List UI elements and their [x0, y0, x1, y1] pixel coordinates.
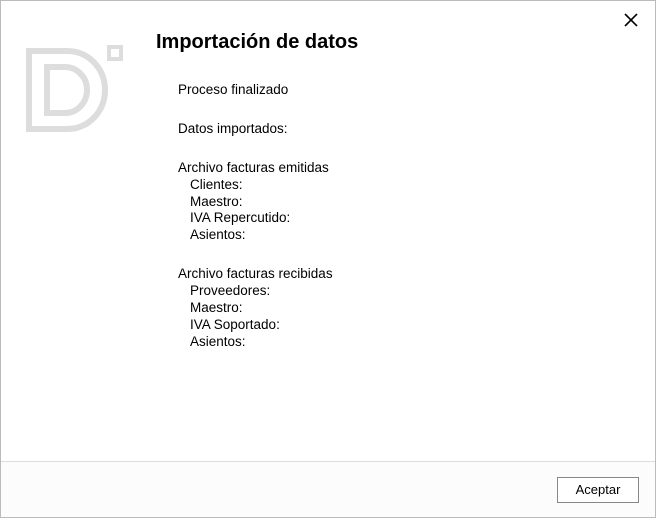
emitted-iva-label: IVA Repercutido:	[178, 210, 615, 227]
logo-column	[1, 31, 156, 461]
emitted-maestro-label: Maestro:	[178, 194, 615, 211]
received-asientos-label: Asientos:	[178, 334, 615, 351]
received-maestro-label: Maestro:	[178, 300, 615, 317]
close-button[interactable]	[619, 9, 643, 33]
dialog-content: Importación de datos Proceso finalizado …	[1, 1, 655, 461]
import-dialog: Importación de datos Proceso finalizado …	[0, 0, 656, 518]
received-heading: Archivo facturas recibidas	[178, 266, 615, 283]
emitted-heading: Archivo facturas emitidas	[178, 160, 615, 177]
main-column: Importación de datos Proceso finalizado …	[156, 31, 655, 461]
emitted-asientos-label: Asientos:	[178, 227, 615, 244]
emitted-clientes-label: Clientes:	[178, 177, 615, 194]
app-logo-icon	[25, 45, 123, 135]
dialog-body: Proceso finalizado Datos importados: Arc…	[156, 82, 615, 351]
process-finished-label: Proceso finalizado	[178, 82, 615, 99]
received-proveedores-label: Proveedores:	[178, 283, 615, 300]
data-imported-label: Datos importados:	[178, 121, 615, 138]
received-iva-label: IVA Soportado:	[178, 317, 615, 334]
accept-button[interactable]: Aceptar	[557, 477, 639, 503]
dialog-footer: Aceptar	[1, 461, 655, 517]
close-icon	[624, 12, 638, 30]
dialog-title: Importación de datos	[156, 31, 615, 54]
